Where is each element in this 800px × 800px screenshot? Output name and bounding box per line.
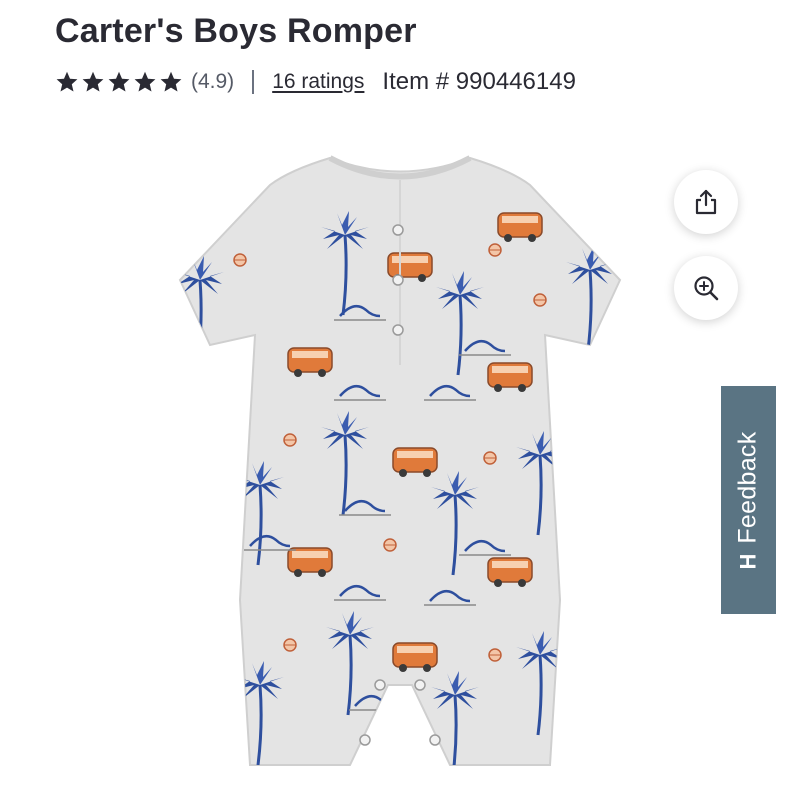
meta-divider — [252, 70, 255, 94]
product-title: Carter's Boys Romper — [55, 12, 417, 50]
star-icon — [134, 71, 156, 92]
rating-stars — [55, 70, 183, 94]
ratings-link[interactable]: 16 ratings — [272, 70, 364, 94]
feedback-icon: H — [735, 553, 761, 570]
zoom-in-icon — [694, 276, 719, 301]
share-button[interactable] — [674, 170, 738, 234]
star-icon — [82, 71, 104, 92]
zoom-button[interactable] — [674, 256, 738, 320]
star-icon — [56, 71, 78, 92]
star-icon — [160, 71, 182, 92]
product-meta-row: (4.9) 16 ratings Item # 990446149 — [55, 64, 576, 100]
rating-value: (4.9) — [191, 70, 235, 93]
feedback-tab[interactable]: H Feedback — [721, 386, 776, 614]
item-number: Item # 990446149 — [382, 68, 576, 95]
share-icon — [695, 189, 717, 215]
product-image[interactable] — [150, 140, 650, 770]
feedback-label: Feedback — [734, 430, 762, 544]
star-icon — [108, 71, 130, 92]
